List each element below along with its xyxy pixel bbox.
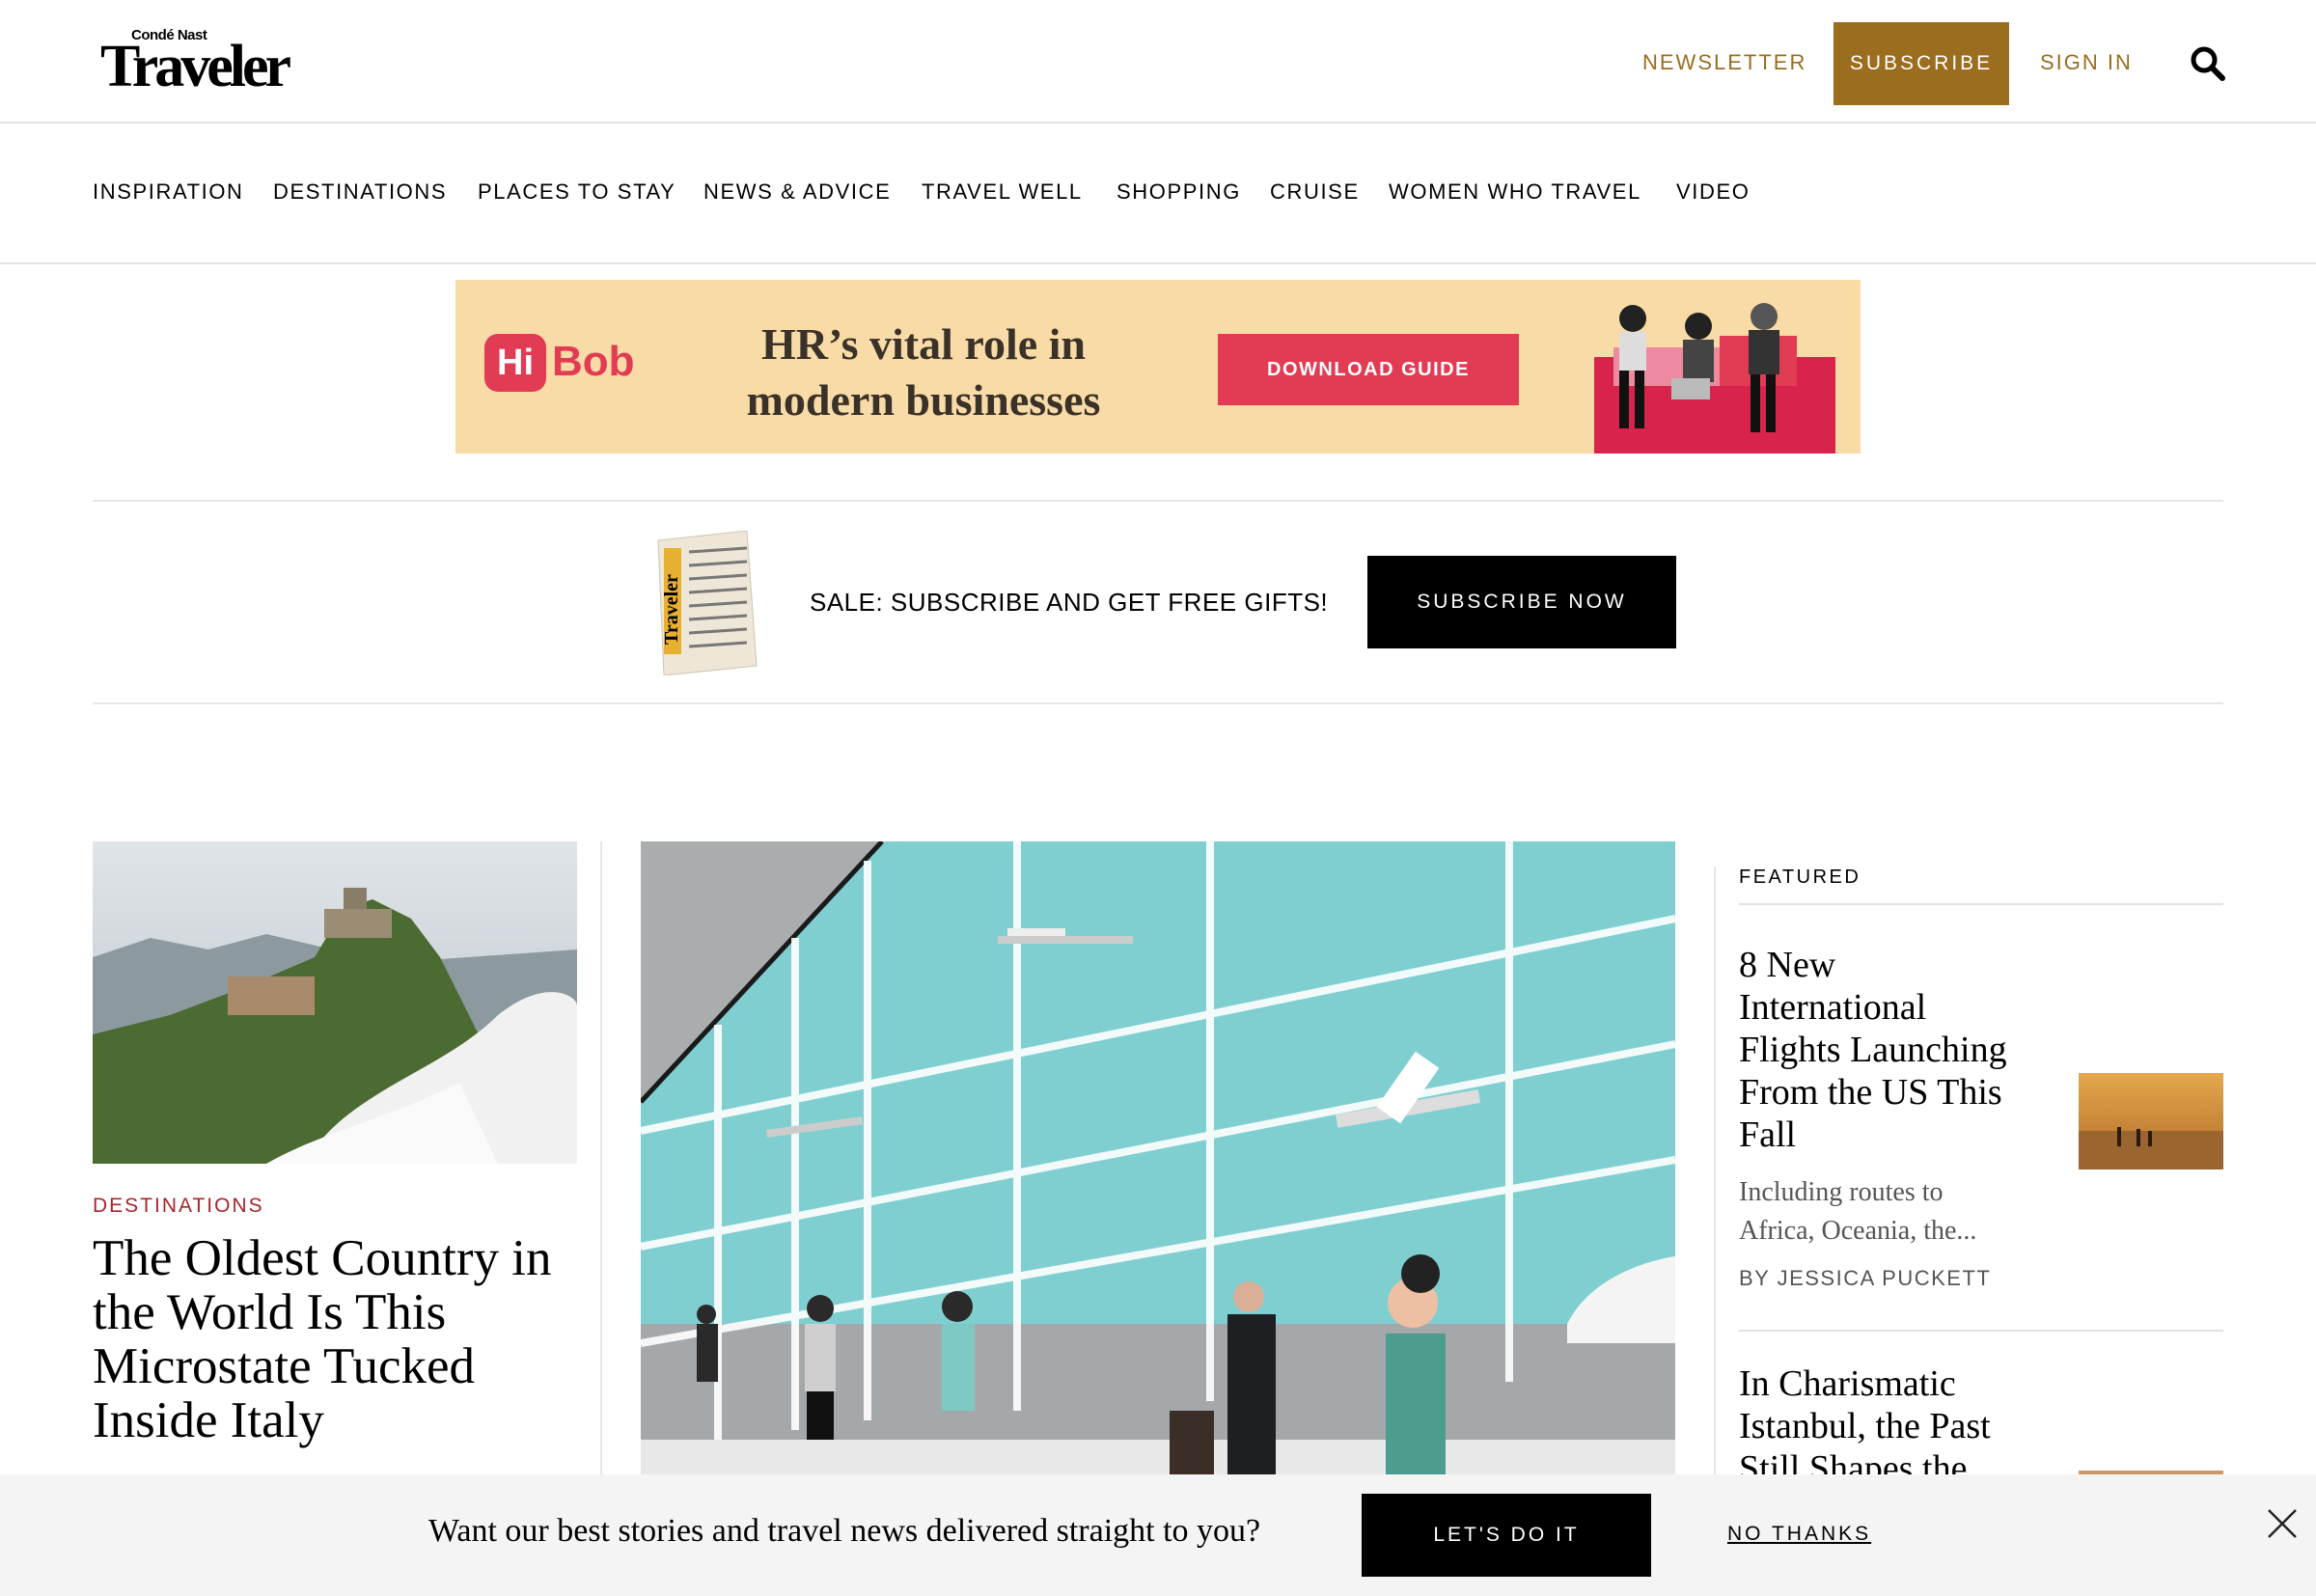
search-icon[interactable] xyxy=(2189,44,2227,83)
hibob-logo-hi: Hi xyxy=(484,334,546,392)
logo-wordmark: Traveler xyxy=(100,34,291,99)
featured-card-title[interactable]: 8 New International Flights Launching Fr… xyxy=(1739,944,2028,1156)
subscribe-now-button[interactable]: SUBSCRIBE NOW xyxy=(1367,556,1676,648)
newsletter-prompt: Want our best stories and travel news de… xyxy=(428,1513,1261,1549)
nav-item-cruise[interactable]: CRUISE xyxy=(1270,179,1360,205)
tote-bag-image: Traveler xyxy=(657,531,758,675)
column-divider xyxy=(1714,867,1716,1484)
hibob-logo: Hi Bob xyxy=(484,334,639,398)
ad-download-guide-button[interactable]: DOWNLOAD GUIDE xyxy=(1218,334,1519,405)
article-title[interactable]: The Oldest Country in the World Is This … xyxy=(93,1231,604,1447)
tote-bag-brand: Traveler xyxy=(661,574,682,645)
san-marino-photo[interactable] xyxy=(93,841,577,1164)
newsletter-signup-bar: Want our best stories and travel news de… xyxy=(0,1474,2316,1596)
traveler-logo[interactable]: Condé Nast Traveler xyxy=(100,27,291,96)
subscription-promo: Traveler SALE: SUBSCRIBE AND GET FREE GI… xyxy=(93,500,2223,704)
nav-item-inspiration[interactable]: INSPIRATION xyxy=(93,179,244,205)
nav-item-shopping[interactable]: SHOPPING xyxy=(1117,179,1241,205)
sign-in-link[interactable]: SIGN IN xyxy=(2040,50,2133,75)
featured-card-thumbnail[interactable] xyxy=(2079,1073,2223,1169)
airport-illustration[interactable] xyxy=(641,841,1675,1478)
nav-item-video[interactable]: VIDEO xyxy=(1676,179,1750,205)
ad-banner[interactable]: Hi Bob HR’s vital role in modern busines… xyxy=(455,280,1861,454)
hibob-logo-bob: Bob xyxy=(552,338,635,385)
ad-people-illustration xyxy=(1594,303,1835,454)
article-category[interactable]: DESTINATIONS xyxy=(93,1195,264,1218)
site-header: Condé Nast Traveler NEWSLETTER SUBSCRIBE… xyxy=(0,0,2316,124)
subscribe-button[interactable]: SUBSCRIBE xyxy=(1834,22,2009,105)
featured-label: FEATURED xyxy=(1739,867,1861,888)
nav-item-places-to-stay[interactable]: PLACES TO STAY xyxy=(478,179,676,205)
no-thanks-link[interactable]: NO THANKS xyxy=(1727,1523,1871,1546)
featured-divider xyxy=(1739,1330,2223,1332)
featured-card-byline: BY JESSICA PUCKETT xyxy=(1739,1266,1992,1290)
featured-divider xyxy=(1739,903,2223,905)
lets-do-it-button[interactable]: LET'S DO IT xyxy=(1362,1494,1651,1577)
nav-item-travel-well[interactable]: TRAVEL WELL xyxy=(922,179,1083,205)
promo-text: SALE: SUBSCRIBE AND GET FREE GIFTS! xyxy=(810,588,1329,617)
main-nav: INSPIRATION DESTINATIONS PLACES TO STAY … xyxy=(0,124,2316,264)
newsletter-link[interactable]: NEWSLETTER xyxy=(1642,50,1806,75)
featured-card-title[interactable]: In Charismatic Istanbul, the Past Still … xyxy=(1739,1362,2028,1490)
ad-headline: HR’s vital role in modern businesses xyxy=(746,319,1101,425)
close-icon[interactable] xyxy=(2266,1507,2299,1540)
featured-card-dek: Including routes to Africa, Oceania, the… xyxy=(1739,1177,1977,1246)
nav-item-destinations[interactable]: DESTINATIONS xyxy=(273,179,447,205)
nav-item-news-advice[interactable]: NEWS & ADVICE xyxy=(703,179,891,205)
nav-item-women-who-travel[interactable]: WOMEN WHO TRAVEL xyxy=(1389,179,1641,205)
